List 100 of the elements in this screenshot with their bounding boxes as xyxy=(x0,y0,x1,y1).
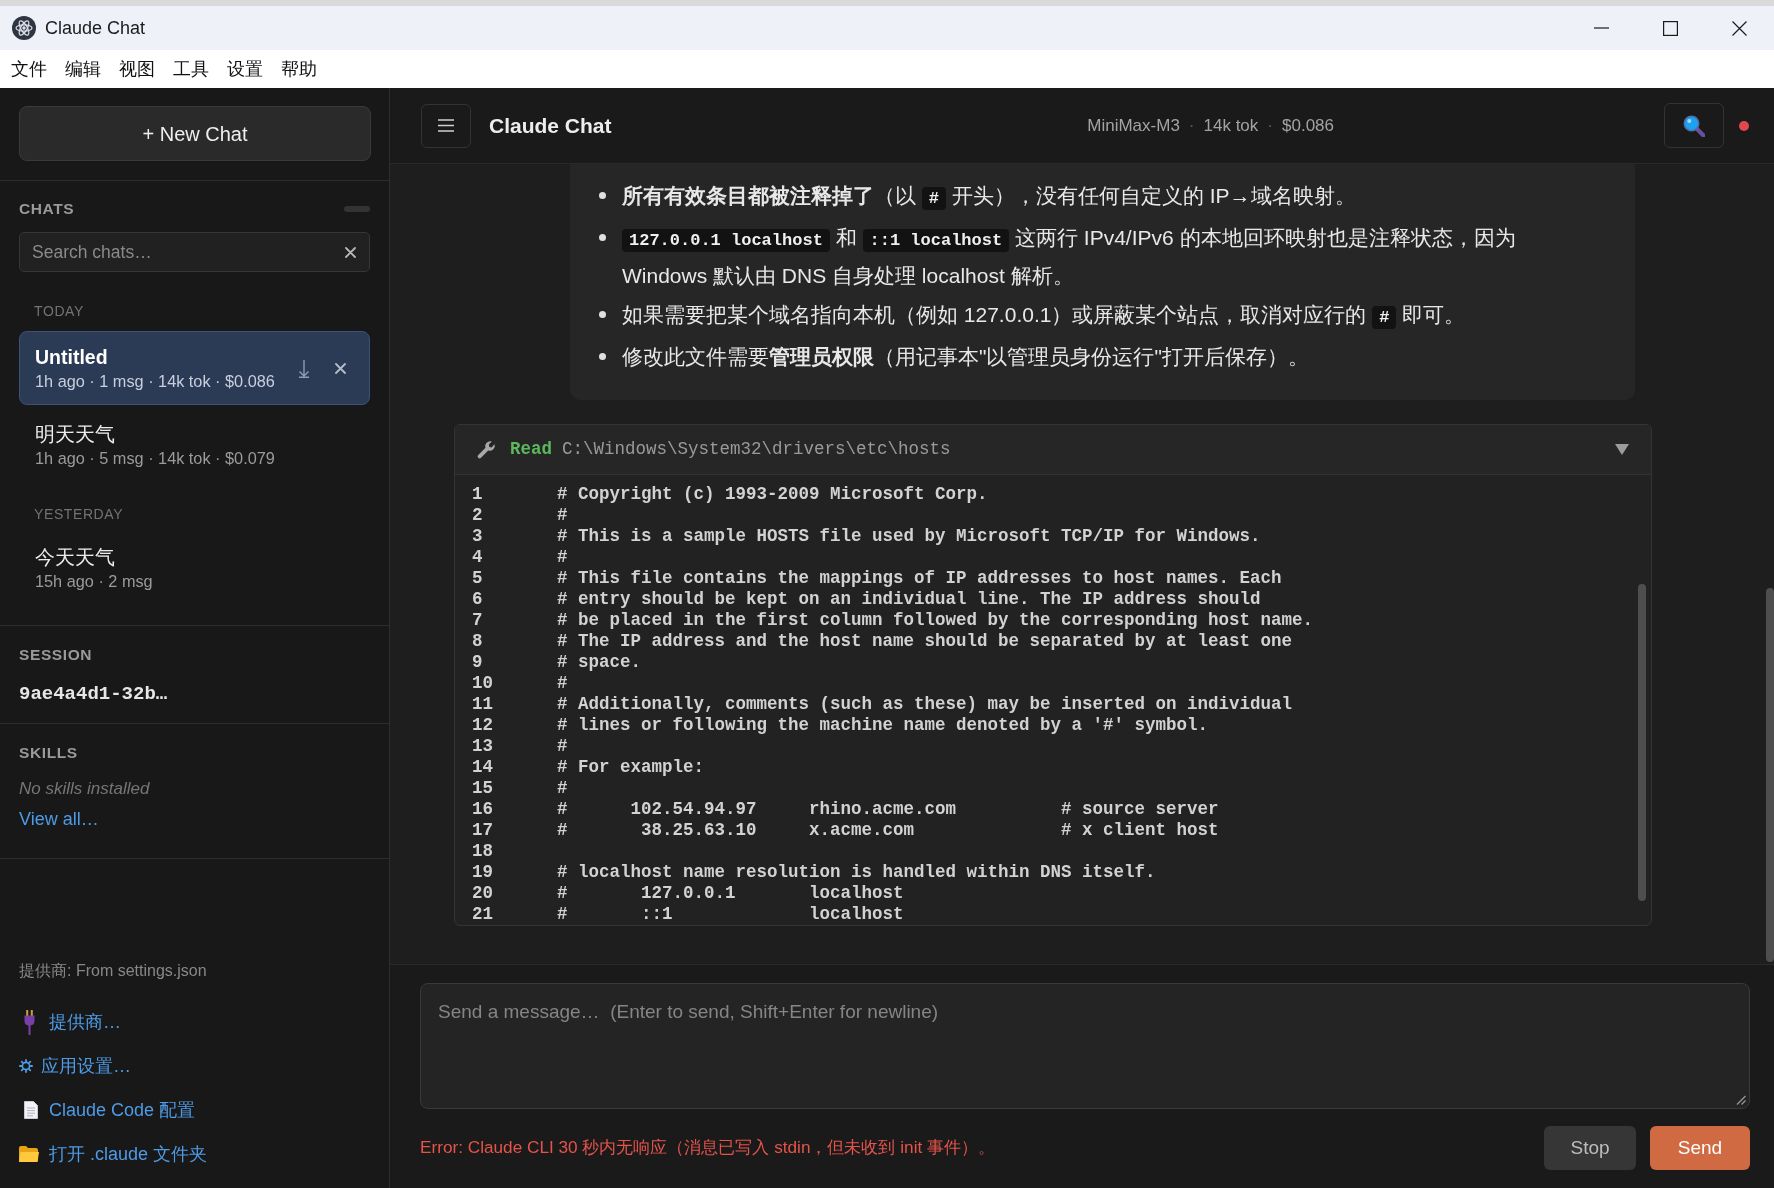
bullet-text: 127.0.0.1 localhost 和 ::1 localhost 这两行 IPv4/IPv6 的本地回环映射也是注释状态，因为 Windows 默认由 DNS 自身处理 localhost 解析。 xyxy=(622,225,1517,289)
sidebar-link[interactable]: 应用设置… xyxy=(19,1053,370,1079)
menu-item[interactable]: 文件 xyxy=(11,57,47,81)
bullet-icon xyxy=(599,311,606,318)
status-dot-icon xyxy=(1739,120,1749,131)
code-line: # xyxy=(557,673,568,694)
code-line: # be placed in the first column followed by the corresponding host name. xyxy=(557,610,1314,631)
code-line: # ::1 localhost xyxy=(557,904,904,925)
menu-item[interactable]: 工具 xyxy=(173,57,209,81)
delete-icon[interactable] xyxy=(335,362,346,374)
line-number: 2 xyxy=(472,505,484,526)
chat-meta: 15h ago · 2 msg xyxy=(35,571,154,592)
line-number: 5 xyxy=(472,568,484,589)
new-chat-button[interactable]: + New Chat xyxy=(19,106,371,161)
line-number: 20 xyxy=(472,883,494,904)
chat-title-heading: Claude Chat xyxy=(489,112,612,139)
chat-meta: 1h ago · 1 msg · 14k tok · $0.086 xyxy=(35,371,276,392)
code-line: # Additionally, comments (such as these) may be inserted on individual xyxy=(557,694,1293,715)
menu-item[interactable]: 设置 xyxy=(227,57,263,81)
sidebar-link[interactable]: Claude Code 配置 xyxy=(19,1097,370,1123)
line-number: 17 xyxy=(472,820,494,841)
session-id: 9ae4a4d1-32b… xyxy=(19,682,169,707)
bullet-text: 如果需要把某个域名指向本机（例如 127.0.0.1）或屏蔽某个站点，取消对应行的 # 即可。 xyxy=(622,302,1466,331)
menu-item[interactable]: 帮助 xyxy=(281,57,317,81)
code-line: # 127.0.0.1 localhost xyxy=(557,883,904,904)
line-number: 21 xyxy=(472,904,494,925)
download-icon[interactable] xyxy=(298,358,310,378)
line-number: 9 xyxy=(472,652,484,673)
menu-item[interactable]: 视图 xyxy=(119,57,155,81)
code-line: # xyxy=(557,736,568,757)
line-number: 1 xyxy=(472,484,484,505)
line-number: 3 xyxy=(472,526,484,547)
view-all-link[interactable]: View all… xyxy=(19,806,99,832)
line-number: 13 xyxy=(472,736,494,757)
line-number: 10 xyxy=(472,673,494,694)
group-label: TODAY xyxy=(33,302,85,320)
send-button[interactable]: Send xyxy=(1650,1126,1750,1170)
code-line: # xyxy=(557,505,568,526)
line-number: 19 xyxy=(472,862,494,883)
header-meta: $0.086 xyxy=(1282,114,1334,137)
code-line: # This is a sample HOSTS file used by Microsoft TCP/IP for Windows. xyxy=(557,526,1261,547)
line-number: 18 xyxy=(472,841,494,862)
scrollbar-thumb[interactable] xyxy=(1766,588,1774,962)
sidebar-link[interactable]: 提供商… xyxy=(19,1009,370,1035)
bullet-icon xyxy=(599,192,606,199)
error-message: Error: Claude CLI 30 秒内无响应（消息已写入 stdin，但未收到 init 事件）。 xyxy=(420,1136,995,1160)
folder-icon xyxy=(19,1146,39,1162)
gear-icon xyxy=(19,1059,33,1073)
meta-separator: · xyxy=(1267,114,1273,137)
app-logo-icon xyxy=(12,16,36,40)
line-number: 12 xyxy=(472,715,494,736)
code-line: # lines or following the machine name denoted by a '#' symbol. xyxy=(557,715,1209,736)
bullet-icon xyxy=(599,353,606,360)
chat-title: 今天天气 xyxy=(35,545,116,570)
chat-item[interactable]: 明天天气 1h ago · 5 msg · 14k tok · $0.079 xyxy=(19,408,370,482)
clear-icon[interactable] xyxy=(345,247,356,258)
menu-button[interactable] xyxy=(421,103,471,148)
menu-item[interactable]: 编辑 xyxy=(65,57,101,81)
code-line: # For example: xyxy=(557,757,705,778)
code-line: # xyxy=(557,778,568,799)
code-line: # 102.54.94.97 rhino.acme.com # source server xyxy=(557,799,1219,820)
section-heading: SKILLS xyxy=(19,743,79,763)
document-icon xyxy=(24,1101,38,1119)
bullet-text: 修改此文件需要管理员权限（用记事本"以管理员身份运行"打开后保存）。 xyxy=(622,344,1309,370)
chat-item[interactable]: 今天天气 15h ago · 2 msg xyxy=(19,531,370,605)
search-icon xyxy=(1683,114,1705,137)
message-input[interactable]: Send a message… (Enter to send, Shift+Enter for newline) xyxy=(420,983,1750,1109)
line-number: 16 xyxy=(472,799,494,820)
chat-item[interactable]: Untitled 1h ago · 1 msg · 14k tok · $0.086 xyxy=(19,331,370,405)
search-field[interactable]: Search chats… xyxy=(19,232,370,272)
search-button[interactable] xyxy=(1664,103,1724,148)
empty-state-text: No skills installed xyxy=(19,778,151,800)
code-line: # localhost name resolution is handled within DNS itself. xyxy=(557,862,1156,883)
header-meta: MiniMax-M3 xyxy=(1087,114,1180,137)
section-heading: CHATS xyxy=(19,199,75,219)
code-line: # Copyright (c) 1993-2009 Microsoft Corp. xyxy=(557,484,988,505)
line-number: 6 xyxy=(472,589,484,610)
wrench-icon xyxy=(477,440,496,459)
line-number: 7 xyxy=(472,610,484,631)
window-title: Claude Chat xyxy=(45,16,146,40)
plug-icon xyxy=(24,1009,35,1035)
menu-icon xyxy=(438,119,454,132)
maximize-icon[interactable] xyxy=(1663,20,1678,36)
section-heading: SESSION xyxy=(19,645,94,665)
collapse-triangle-icon[interactable] xyxy=(1615,444,1629,455)
resize-grip-icon[interactable] xyxy=(1736,1095,1746,1105)
header-meta: 14k tok xyxy=(1203,114,1259,137)
code-line: # This file contains the mappings of IP addresses to host names. Each xyxy=(557,568,1282,589)
bullet-icon xyxy=(599,234,606,241)
scrollbar-thumb[interactable] xyxy=(1638,584,1646,901)
sidebar-link[interactable]: 打开 .claude 文件夹 xyxy=(19,1141,370,1167)
group-label: YESTERDAY xyxy=(33,505,125,523)
chat-meta: 1h ago · 5 msg · 14k tok · $0.079 xyxy=(35,448,276,469)
close-icon[interactable] xyxy=(1732,20,1747,36)
code-line: # entry should be kept on an individual line. The IP address should xyxy=(557,589,1261,610)
meta-separator: · xyxy=(1188,114,1195,137)
line-number: 15 xyxy=(472,778,494,799)
stop-button[interactable]: Stop xyxy=(1544,1126,1636,1170)
bullet-text: 所有有效条目都被注释掉了（以 # 开头），没有任何自定义的 IP→域名映射。 xyxy=(622,183,1356,212)
code-line: # xyxy=(557,547,568,568)
